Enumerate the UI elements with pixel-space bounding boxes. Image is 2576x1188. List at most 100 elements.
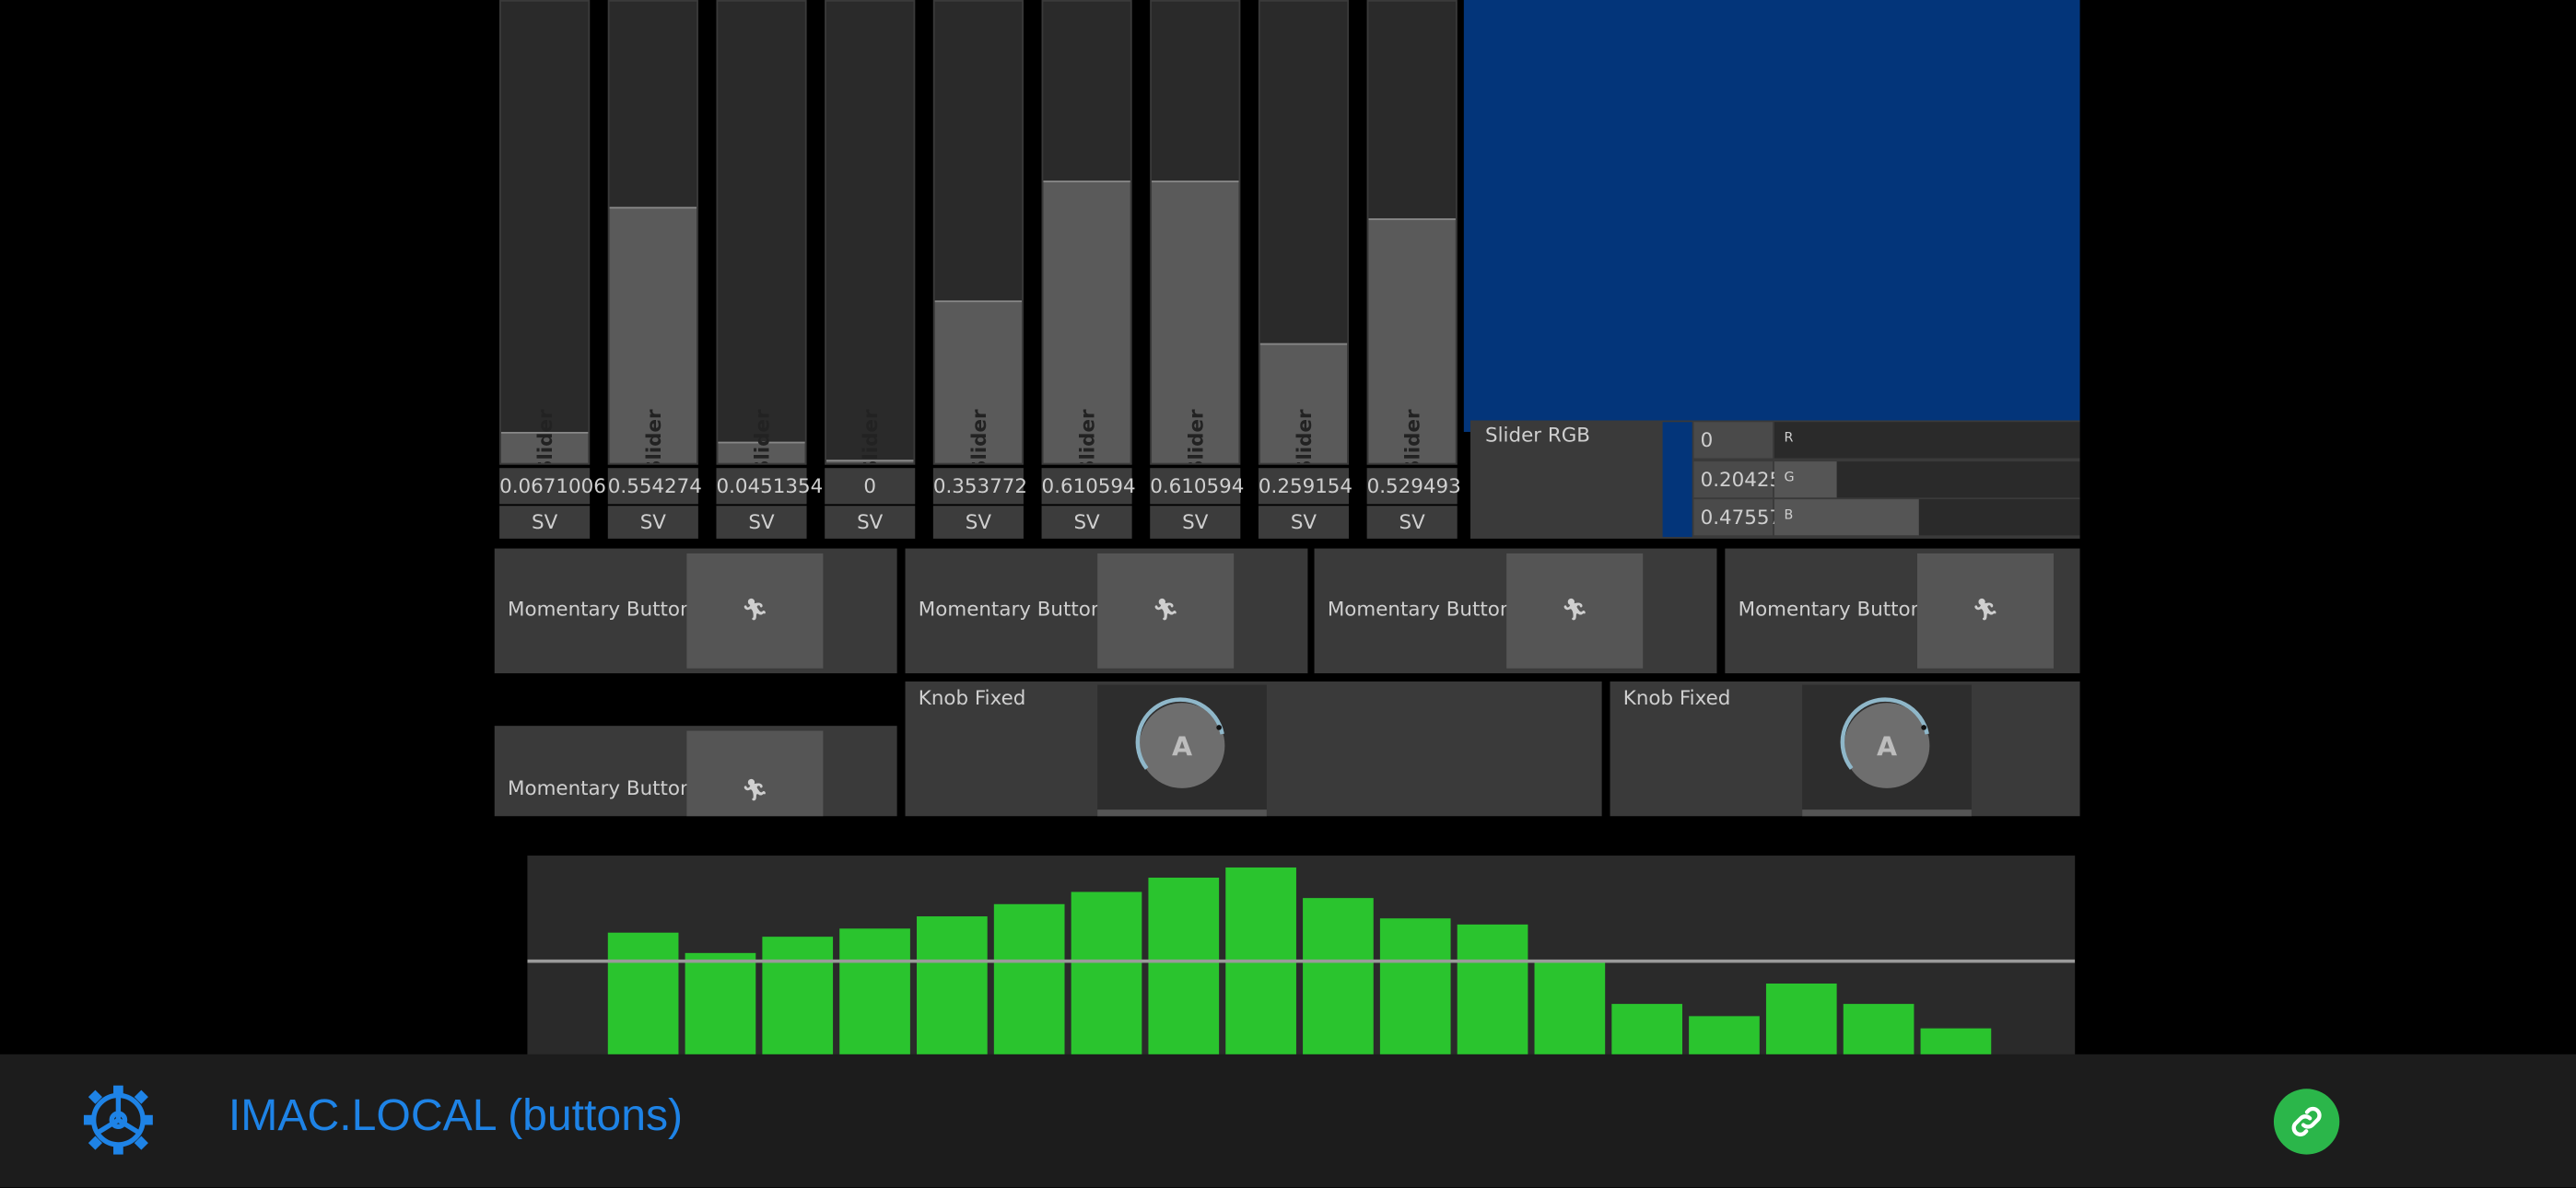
running-person-icon: 🏃︎ [1152,598,1179,623]
rgb-r-slider[interactable]: R [1774,422,2080,459]
slider-value: 0 [825,468,916,505]
chart-bar-11 [1379,918,1451,1069]
slider-5[interactable]: Slider 0.353772 SV [929,0,1029,541]
slider-track[interactable]: Slider [499,0,591,465]
chart-bar-12 [1457,924,1528,1069]
momentary-button-2[interactable]: 🏃︎ [1097,553,1235,669]
knob-fixed-panel-2: Knob Fixed A [1610,681,2080,817]
knob-fixed-1[interactable]: A [1097,684,1267,817]
slider-9[interactable]: Slider 0.529493 SV [1362,0,1462,541]
slider-label: Slider [641,409,665,465]
knob-value-bar [1802,809,1972,817]
chart-bar-8 [1148,878,1220,1069]
momentary-button-panel-2: Momentary Button 🏃︎ [905,548,1308,674]
rgb-r-letter: R [1784,430,1794,446]
slider-track[interactable]: Slider [607,0,698,465]
slider-sv-label: SV [1258,506,1350,539]
slider-track[interactable]: Slider [1041,0,1132,465]
momentary-button-4[interactable]: 🏃︎ [1916,553,2054,669]
knob-dial[interactable]: A [1802,685,1972,810]
slider-label: Slider [533,409,556,465]
slider-sv-label: SV [716,506,807,539]
knob-dial[interactable]: A [1097,685,1267,810]
running-person-icon: 🏃︎ [1561,598,1588,623]
slider-sv-label: SV [607,506,698,539]
momentary-button-label: Momentary Button [508,598,693,622]
rgb-g-slider[interactable]: G [1774,461,2080,498]
slider-track[interactable]: Slider [1366,0,1458,465]
slider-track[interactable]: Slider [716,0,807,465]
slider-track[interactable]: Slider [1258,0,1350,465]
knob-label: Knob Fixed [918,686,1026,710]
connection-title: IMAC.LOCAL (buttons) [228,1090,684,1140]
rgb-channel-b[interactable]: 0.47557 B [1693,499,2080,536]
bar-chart-panel [527,856,2076,1069]
knob-value-bar [1097,809,1267,817]
controller-surface: Slider 0.0671006 SV Slider 0.554274 SV S… [0,0,2576,1188]
momentary-button-1[interactable]: 🏃︎ [686,553,824,669]
chart-bar-6 [993,903,1065,1069]
slider-value: 0.529493 [1366,468,1461,505]
chart-bar-1 [607,932,679,1069]
slider-value: 0.610594 [1150,468,1244,505]
slider-track[interactable]: Slider [825,0,916,465]
slider-7[interactable]: Slider 0.610594 SV [1145,0,1246,541]
slider-8[interactable]: Slider 0.259154 SV [1254,0,1354,541]
rgb-b-letter: B [1784,507,1794,523]
slider-label: Slider [966,409,990,465]
chart-bar-7 [1071,891,1142,1069]
knob-fixed-2[interactable]: A [1802,684,1972,817]
chart-bar-9 [1225,867,1296,1069]
momentary-button-panel-4: Momentary Button 🏃︎ [1725,548,2080,674]
slider-1[interactable]: Slider 0.0671006 SV [495,0,606,541]
momentary-button-label: Momentary Button [1738,598,1924,622]
slider-value: 0.259154 [1258,468,1352,505]
slider-rgb-title: Slider RGB [1485,424,1590,448]
rgb-channel-g[interactable]: 0.20425 G [1693,461,2080,498]
running-person-icon: 🏃︎ [1972,598,1999,623]
running-person-icon: 🏃︎ [741,779,769,804]
slider-6[interactable]: Slider 0.610594 SV [1036,0,1137,541]
momentary-button-label: Momentary Button [508,776,693,800]
rgb-color-swatch [1662,422,1692,538]
slider-track[interactable]: Slider [1150,0,1241,465]
slider-rgb-panel: Slider RGB 0 R 0.20425 G 0.47557 B [1469,420,2080,539]
slider-label: Slider [858,409,882,465]
link-button[interactable] [2273,1089,2340,1155]
rgb-g-letter: G [1784,469,1795,485]
running-person-icon: 🏃︎ [741,598,769,623]
gear-icon[interactable] [82,1084,154,1156]
momentary-button-panel-5: Momentary Button 🏃︎ [494,726,897,817]
slider-4[interactable]: Slider 0 SV [820,0,920,541]
slider-track[interactable]: Slider [932,0,1024,465]
chart-bar-3 [762,937,834,1069]
momentary-button-panel-1: Momentary Button 🏃︎ [494,548,897,674]
momentary-button-3[interactable]: 🏃︎ [1506,553,1644,669]
rgb-g-value[interactable]: 0.20425 [1693,461,1782,498]
knob-letter: A [1172,731,1192,762]
rgb-r-value[interactable]: 0 [1693,422,1774,459]
chart-bar-2 [685,952,756,1069]
slider-3[interactable]: Slider 0.0451354 SV [711,0,823,541]
slider-sv-label: SV [499,506,591,539]
link-icon [2291,1106,2322,1136]
chart-bar-5 [917,916,988,1069]
slider-sv-label: SV [1366,506,1458,539]
rgb-b-value[interactable]: 0.47557 [1693,499,1782,536]
slider-value: 0.610594 [1041,468,1136,505]
color-preview [1463,0,2080,432]
rgb-channel-r[interactable]: 0 R [1693,422,2080,459]
slider-value: 0.0671006 [499,468,606,505]
momentary-button-5[interactable]: 🏃︎ [686,730,824,817]
momentary-button-panel-3: Momentary Button 🏃︎ [1314,548,1717,674]
slider-label: Slider [750,409,773,465]
rgb-b-slider[interactable]: B [1774,499,2080,536]
slider-2[interactable]: Slider 0.554274 SV [603,0,703,541]
chart-bar-10 [1303,898,1374,1069]
slider-sv-label: SV [932,506,1024,539]
slider-sv-label: SV [1150,506,1241,539]
slider-value: 0.0451354 [716,468,823,505]
bar-chart [527,867,2076,1069]
momentary-button-label: Momentary Button [1327,598,1513,622]
slider-label: Slider [1183,409,1207,465]
